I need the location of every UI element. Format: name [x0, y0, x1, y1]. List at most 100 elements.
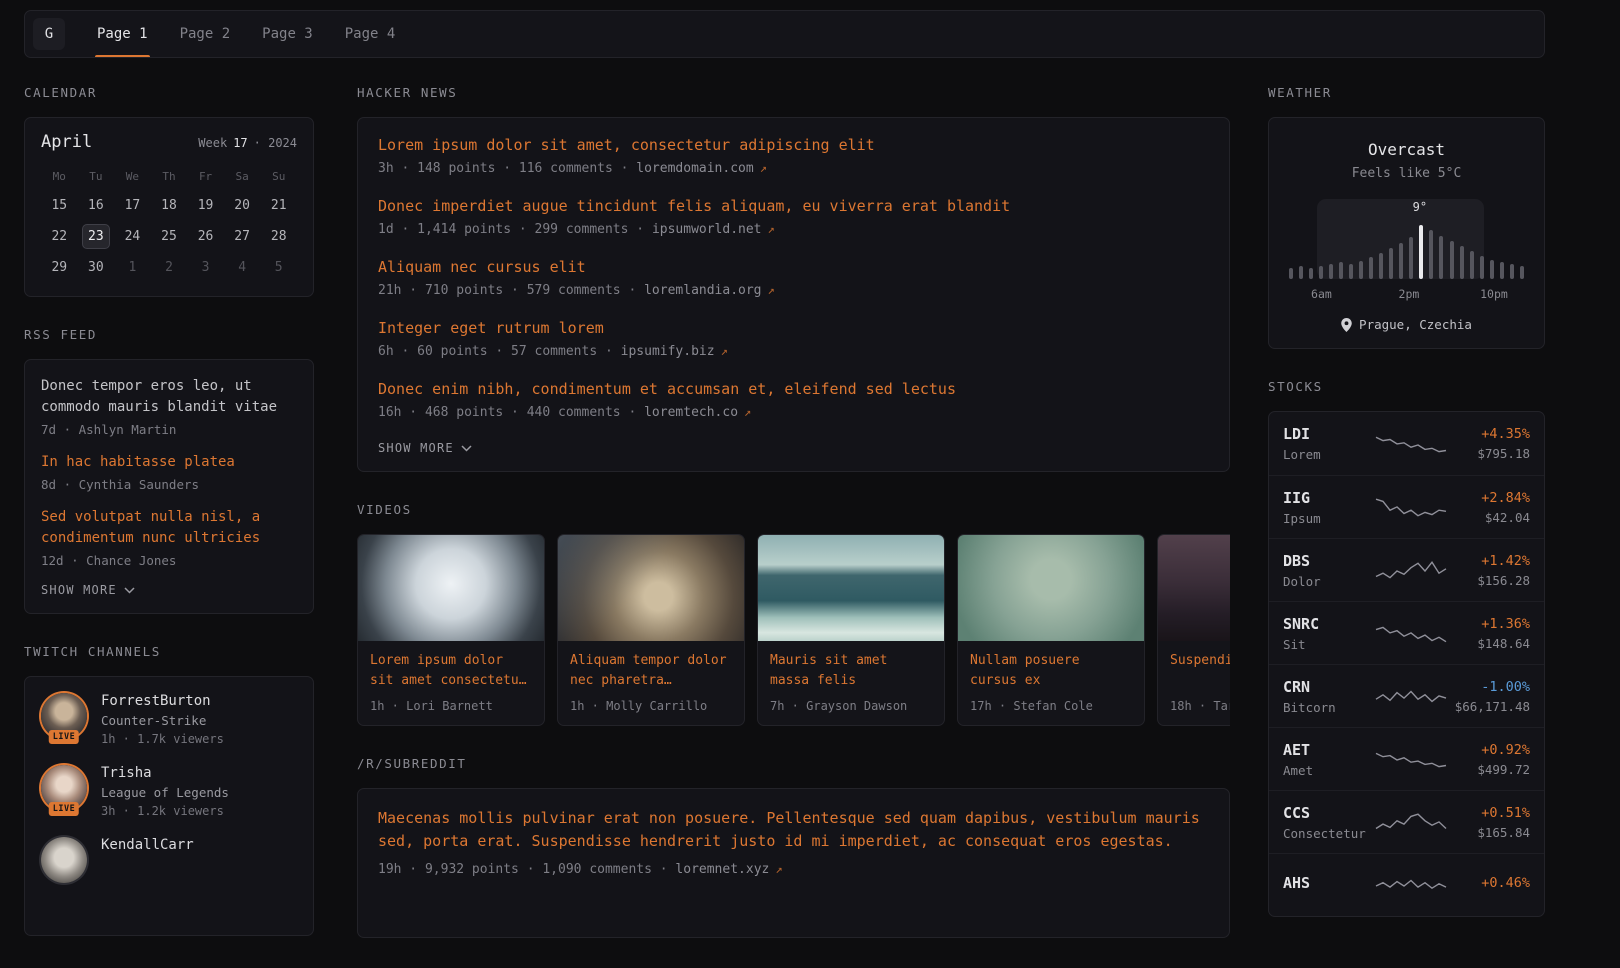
stock-sparkline [1375, 683, 1446, 709]
stock-name: Amet [1283, 763, 1375, 778]
subreddit-post-link[interactable]: Maecenas mollis pulvinar erat non posuer… [378, 807, 1209, 853]
hacker-news-card: Lorem ipsum dolor sit amet, consectetur … [357, 117, 1230, 472]
stock-price: $499.72 [1446, 762, 1530, 777]
stock-values: +2.84% $42.04 [1446, 490, 1530, 525]
channel-name[interactable]: KendallCarr [101, 837, 194, 853]
top-nav: G Page 1 Page 2 Page 3 Page 4 [24, 10, 1545, 58]
video-card-body: Suspendisse diam 18h · Tara [1158, 641, 1230, 725]
video-card[interactable]: Mauris sit amet massa felis 7h · Grayson… [757, 534, 945, 726]
calendar-weekday: We [114, 170, 151, 183]
rss-article-link[interactable]: In hac habitasse platea [41, 452, 297, 473]
hn-story-stats: 1d · 1,414 points · 299 comments · [378, 222, 652, 237]
calendar-day: 21 [260, 193, 297, 218]
app-logo[interactable]: G [33, 18, 65, 50]
twitch-widget: TWITCH CHANNELS LIVE ForrestBurton Count… [24, 644, 314, 936]
stock-price: $165.84 [1446, 825, 1530, 840]
twitch-channel[interactable]: LIVE ForrestBurton Counter-Strike 1h · 1… [41, 693, 297, 746]
twitch-channel[interactable]: KendallCarr [41, 837, 297, 883]
page-tab[interactable]: Page 2 [178, 11, 233, 57]
stock-change: -1.00% [1446, 679, 1530, 695]
middle-column: HACKER NEWS Lorem ipsum dolor sit amet, … [357, 85, 1230, 968]
video-thumbnail[interactable] [558, 535, 744, 641]
calendar-day: 30 [78, 255, 115, 280]
video-card-body: Lorem ipsum dolor sit amet consectetu… 1… [358, 641, 544, 725]
hn-story-domain-link[interactable]: loremdomain.com [636, 161, 753, 176]
hacker-news-list: Lorem ipsum dolor sit amet, consectetur … [378, 136, 1209, 420]
subreddit-post-domain-link[interactable]: loremnet.xyz [675, 862, 769, 877]
video-thumbnail[interactable] [358, 535, 544, 641]
calendar-day-number: 16 [82, 193, 110, 218]
twitch-channel[interactable]: LIVE Trisha League of Legends 3h · 1.2k … [41, 765, 297, 818]
calendar-month: April [41, 132, 92, 152]
videos-scroll-row[interactable]: Lorem ipsum dolor sit amet consectetu… 1… [357, 534, 1230, 726]
hn-story-link[interactable]: Donec enim nibh, condimentum et accumsan… [378, 380, 1209, 398]
calendar-weekday: Tu [78, 170, 115, 183]
hn-story-domain-link[interactable]: ipsumify.biz [621, 344, 715, 359]
hn-story-stats: 16h · 468 points · 440 comments · [378, 405, 644, 420]
rss-list: Donec tempor eros leo, ut commodo mauris… [41, 376, 297, 568]
rss-article: Donec tempor eros leo, ut commodo mauris… [41, 376, 297, 437]
video-card[interactable]: Aliquam tempor dolor nec pharetra… 1h · … [557, 534, 745, 726]
hn-story-domain-link[interactable]: ipsumworld.net [652, 222, 762, 237]
weather-hour-bar [1439, 236, 1443, 279]
stock-values: -1.00% $66,171.48 [1446, 679, 1530, 714]
channel-name[interactable]: Trisha [101, 765, 229, 781]
channel-game: Counter-Strike [101, 713, 224, 728]
page-tab-label: Page 4 [345, 26, 396, 42]
video-card[interactable]: Lorem ipsum dolor sit amet consectetu… 1… [357, 534, 545, 726]
video-meta: 18h · Tara [1170, 699, 1230, 713]
stock-price: $66,171.48 [1446, 699, 1530, 714]
rss-article-link[interactable]: Sed volutpat nulla nisl, a condimentum n… [41, 507, 297, 549]
calendar-day-number: 20 [228, 193, 256, 218]
channel-name[interactable]: ForrestBurton [101, 693, 224, 709]
stock-sparkline [1375, 494, 1446, 520]
rss-article-meta: 12d · Chance Jones [41, 553, 297, 568]
calendar-day-number: 29 [45, 255, 73, 280]
video-title[interactable]: Mauris sit amet massa felis [770, 651, 932, 691]
page-tab[interactable]: Page 3 [260, 11, 315, 57]
weather-location: Prague, Czechia [1285, 317, 1528, 332]
page-tab[interactable]: Page 1 [95, 11, 150, 57]
video-thumbnail[interactable] [958, 535, 1144, 641]
calendar-day-number: 24 [118, 224, 146, 249]
stock-name: Consectetur [1283, 826, 1375, 841]
hn-story-domain-link[interactable]: loremlandia.org [644, 283, 761, 298]
hn-story-link[interactable]: Aliquam nec cursus elit [378, 258, 1209, 276]
external-link-icon: ↗ [744, 405, 751, 419]
calendar-day-number: 1 [118, 255, 146, 280]
stock-ticker: SNRC [1283, 615, 1375, 633]
rss-show-more-button[interactable]: SHOW MORE [41, 583, 135, 597]
stock-values: +0.92% $499.72 [1446, 742, 1530, 777]
video-title[interactable]: Aliquam tempor dolor nec pharetra… [570, 651, 732, 691]
calendar-day: 15 [41, 193, 78, 218]
hn-story-link[interactable]: Donec imperdiet augue tincidunt felis al… [378, 197, 1209, 215]
channel-info: Trisha League of Legends 3h · 1.2k viewe… [101, 765, 229, 818]
calendar-day: 1 [114, 255, 151, 280]
calendar-day-number: 19 [192, 193, 220, 218]
hn-story-link[interactable]: Integer eget rutrum lorem [378, 319, 1209, 337]
page-tab[interactable]: Page 4 [343, 11, 398, 57]
video-title[interactable]: Lorem ipsum dolor sit amet consectetu… [370, 651, 532, 691]
video-meta: 1h · Molly Carrillo [570, 699, 732, 713]
weather-location-label: Prague, Czechia [1359, 317, 1472, 332]
stock-ticker: DBS [1283, 552, 1375, 570]
stock-identity: CRN Bitcorn [1283, 678, 1375, 715]
video-title[interactable]: Nullam posuere cursus ex [970, 651, 1132, 691]
hn-show-more-button[interactable]: SHOW MORE [378, 441, 472, 455]
video-thumbnail[interactable] [758, 535, 944, 641]
video-card[interactable]: Nullam posuere cursus ex 17h · Stefan Co… [957, 534, 1145, 726]
video-meta: 17h · Stefan Cole [970, 699, 1132, 713]
stock-sparkline [1375, 872, 1446, 898]
weather-hour-bar [1450, 241, 1454, 279]
hn-story: Aliquam nec cursus elit 21h · 710 points… [378, 258, 1209, 298]
video-title[interactable]: Suspendisse diam [1170, 651, 1230, 691]
video-card[interactable]: Suspendisse diam 18h · Tara [1157, 534, 1230, 726]
rss-article-link[interactable]: Donec tempor eros leo, ut commodo mauris… [41, 376, 297, 418]
subreddit-post-meta: 19h · 9,932 points · 1,090 comments · lo… [378, 862, 1209, 877]
hn-story-link[interactable]: Lorem ipsum dolor sit amet, consectetur … [378, 136, 1209, 154]
hn-story-domain-link[interactable]: loremtech.co [644, 405, 738, 420]
chevron-down-icon [124, 587, 135, 594]
subreddit-widget: /R/SUBREDDIT Maecenas mollis pulvinar er… [357, 756, 1230, 938]
video-thumbnail[interactable] [1158, 535, 1230, 641]
calendar-weekday: Su [260, 170, 297, 183]
